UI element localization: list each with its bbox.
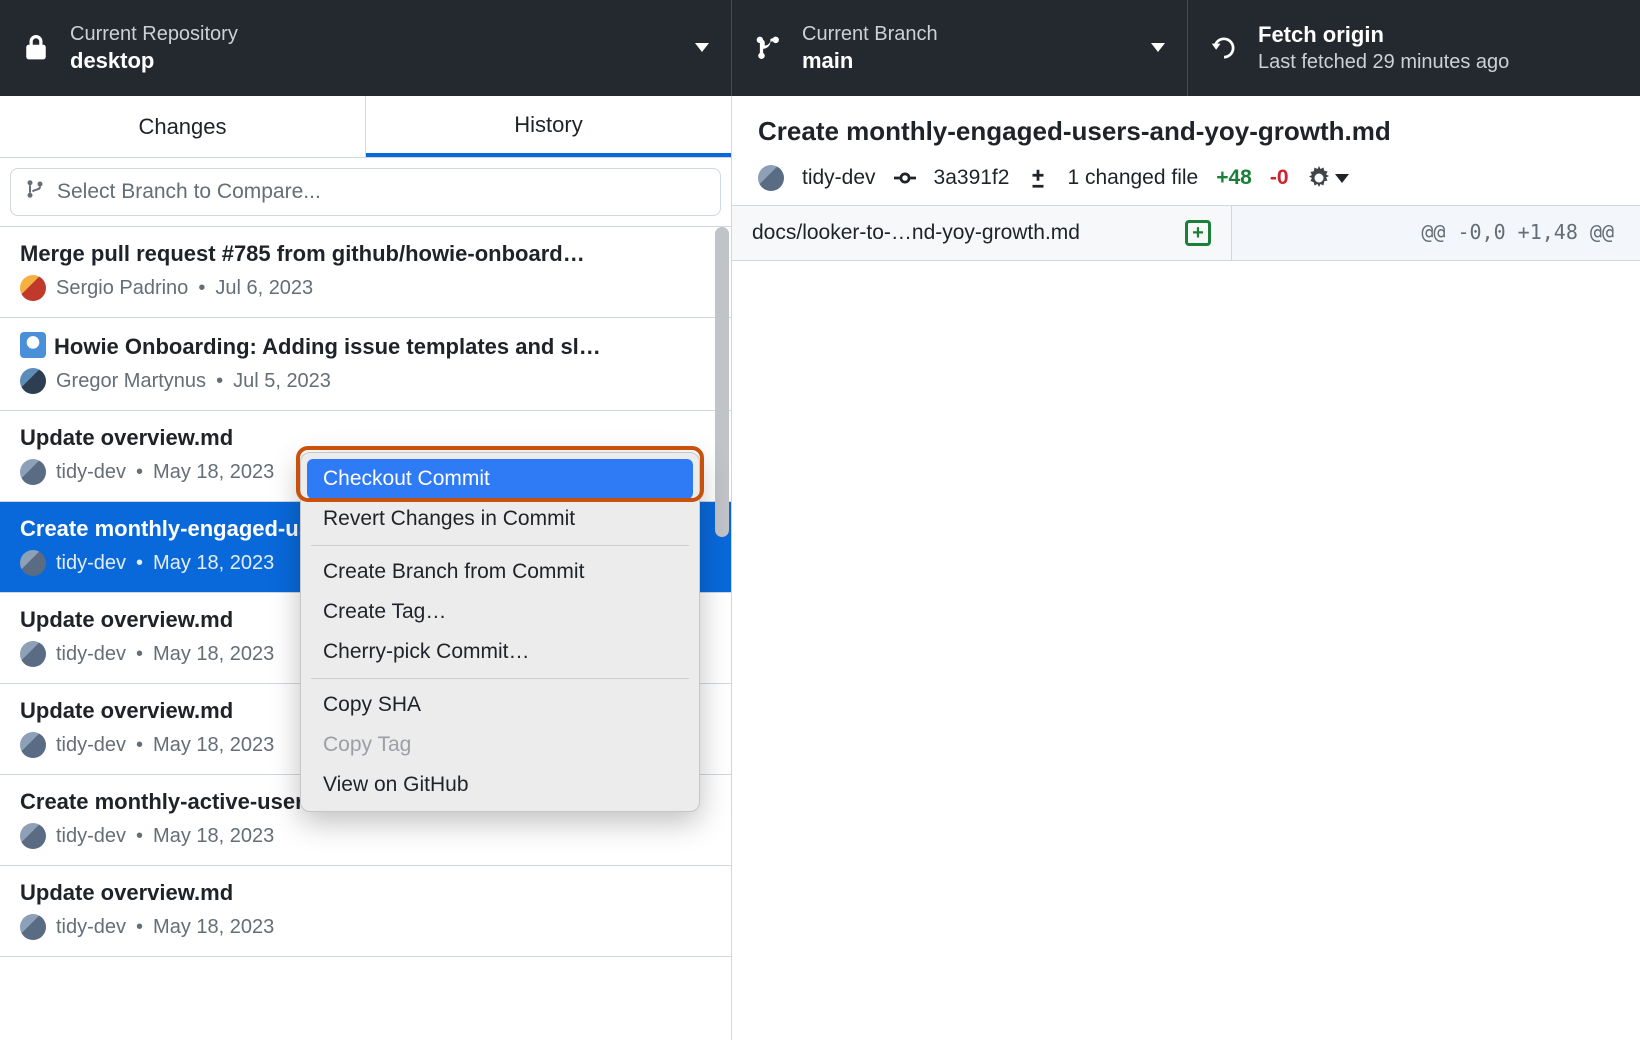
ctx-checkout-commit[interactable]: Checkout Commit: [307, 459, 693, 499]
branch-name: main: [802, 47, 938, 76]
gear-icon: [1307, 166, 1331, 190]
scrollbar-thumb[interactable]: [715, 227, 729, 537]
commit-item[interactable]: Update overview.md tidy-dev•May 18, 2023: [0, 866, 731, 957]
commit-meta: Sergio Padrino•Jul 6, 2023: [20, 275, 711, 301]
repo-label: Current Repository: [70, 21, 238, 47]
commit-date: May 18, 2023: [153, 552, 274, 575]
additions: +48: [1216, 166, 1252, 190]
compare-placeholder: Select Branch to Compare...: [57, 180, 321, 204]
author-name: tidy-dev: [56, 825, 126, 848]
commit-date: May 18, 2023: [153, 461, 274, 484]
branch-label: Current Branch: [802, 21, 938, 47]
author-name: tidy-dev: [56, 461, 126, 484]
commit-title: Update overview.md: [20, 880, 711, 906]
ctx-create-branch[interactable]: Create Branch from Commit: [307, 552, 693, 592]
commit-date: May 18, 2023: [153, 734, 274, 757]
commit-title: Create monthly-engaged-users-and-yoy-gro…: [758, 116, 1614, 147]
author-avatar: [20, 732, 46, 758]
commit-meta: tidy-dev•May 18, 2023: [20, 823, 711, 849]
author-name: tidy-dev: [56, 552, 126, 575]
sidebar-tabs: Changes History: [0, 96, 731, 158]
commit-title: Merge pull request #785 from github/howi…: [20, 241, 711, 267]
commit-date: Jul 6, 2023: [215, 277, 313, 300]
lock-icon: [22, 34, 50, 62]
commit-meta: Gregor Martynus•Jul 5, 2023: [20, 368, 711, 394]
fetch-sub: Last fetched 29 minutes ago: [1258, 49, 1509, 75]
current-branch-selector[interactable]: Current Branch main: [732, 0, 1188, 96]
commit-sha: 3a391f2: [934, 166, 1010, 190]
author-name: Gregor Martynus: [56, 370, 206, 393]
diff-settings-button[interactable]: [1307, 166, 1349, 190]
git-branch-icon: [754, 34, 782, 62]
ctx-copy-sha[interactable]: Copy SHA: [307, 685, 693, 725]
deletions: -0: [1270, 166, 1289, 190]
author-avatar: [20, 275, 46, 301]
author-avatar: [758, 165, 784, 191]
commit-title: Howie Onboarding: Adding issue templates…: [20, 332, 711, 360]
author-avatar: [20, 459, 46, 485]
commit-title: Update overview.md: [20, 425, 711, 451]
ctx-revert-commit[interactable]: Revert Changes in Commit: [307, 499, 693, 539]
ctx-create-tag[interactable]: Create Tag…: [307, 592, 693, 632]
sidebar: Changes History Select Branch to Compare…: [0, 96, 732, 1040]
author-avatar: [20, 368, 46, 394]
commit-detail-pane: Create monthly-engaged-users-and-yoy-gro…: [732, 96, 1640, 1040]
author-name: tidy-dev: [56, 643, 126, 666]
ctx-view-github[interactable]: View on GitHub: [307, 765, 693, 805]
author-name: tidy-dev: [56, 916, 126, 939]
author-avatar: [20, 823, 46, 849]
commit-meta: tidy-dev•May 18, 2023: [20, 914, 711, 940]
changed-file-item[interactable]: docs/looker-to-…nd-yoy-growth.md +: [732, 206, 1232, 260]
ctx-copy-tag: Copy Tag: [307, 725, 693, 765]
chevron-down-icon: [1335, 174, 1349, 183]
author-name: tidy-dev: [802, 166, 876, 190]
diff-hunk-header: @@ -0,0 +1,48 @@: [1232, 206, 1640, 260]
tab-changes[interactable]: Changes: [0, 96, 366, 157]
ctx-cherry-pick[interactable]: Cherry-pick Commit…: [307, 632, 693, 672]
author-avatar: [20, 550, 46, 576]
author-name: tidy-dev: [56, 734, 126, 757]
git-branch-icon: [25, 179, 45, 205]
tab-history[interactable]: History: [366, 96, 731, 157]
author-avatar: [20, 914, 46, 940]
toolbar: Current Repository desktop Current Branc…: [0, 0, 1640, 96]
branch-compare-selector[interactable]: Select Branch to Compare...: [10, 168, 721, 216]
git-commit-icon: [894, 167, 916, 189]
commit-date: Jul 5, 2023: [233, 370, 331, 393]
repo-name: desktop: [70, 47, 238, 76]
author-name: Sergio Padrino: [56, 277, 188, 300]
divider: [311, 545, 689, 546]
author-avatar: [20, 641, 46, 667]
chevron-down-icon: [1151, 39, 1165, 57]
commit-date: May 18, 2023: [153, 825, 274, 848]
current-repository-selector[interactable]: Current Repository desktop: [0, 0, 732, 96]
file-added-icon: +: [1185, 220, 1211, 246]
commit-item[interactable]: Merge pull request #785 from github/howi…: [0, 227, 731, 318]
emoji-icon: [20, 332, 46, 358]
diff-icon: [1027, 167, 1049, 189]
commit-item[interactable]: Howie Onboarding: Adding issue templates…: [0, 318, 731, 411]
fetch-origin-button[interactable]: Fetch origin Last fetched 29 minutes ago: [1188, 0, 1640, 96]
chevron-down-icon: [695, 39, 709, 57]
commit-context-menu: Checkout Commit Revert Changes in Commit…: [300, 452, 700, 812]
file-path: docs/looker-to-…nd-yoy-growth.md: [752, 221, 1080, 245]
fetch-label: Fetch origin: [1258, 21, 1509, 50]
divider: [311, 678, 689, 679]
sync-icon: [1210, 34, 1238, 62]
commit-date: May 18, 2023: [153, 916, 274, 939]
files-changed: 1 changed file: [1067, 166, 1198, 190]
commit-date: May 18, 2023: [153, 643, 274, 666]
